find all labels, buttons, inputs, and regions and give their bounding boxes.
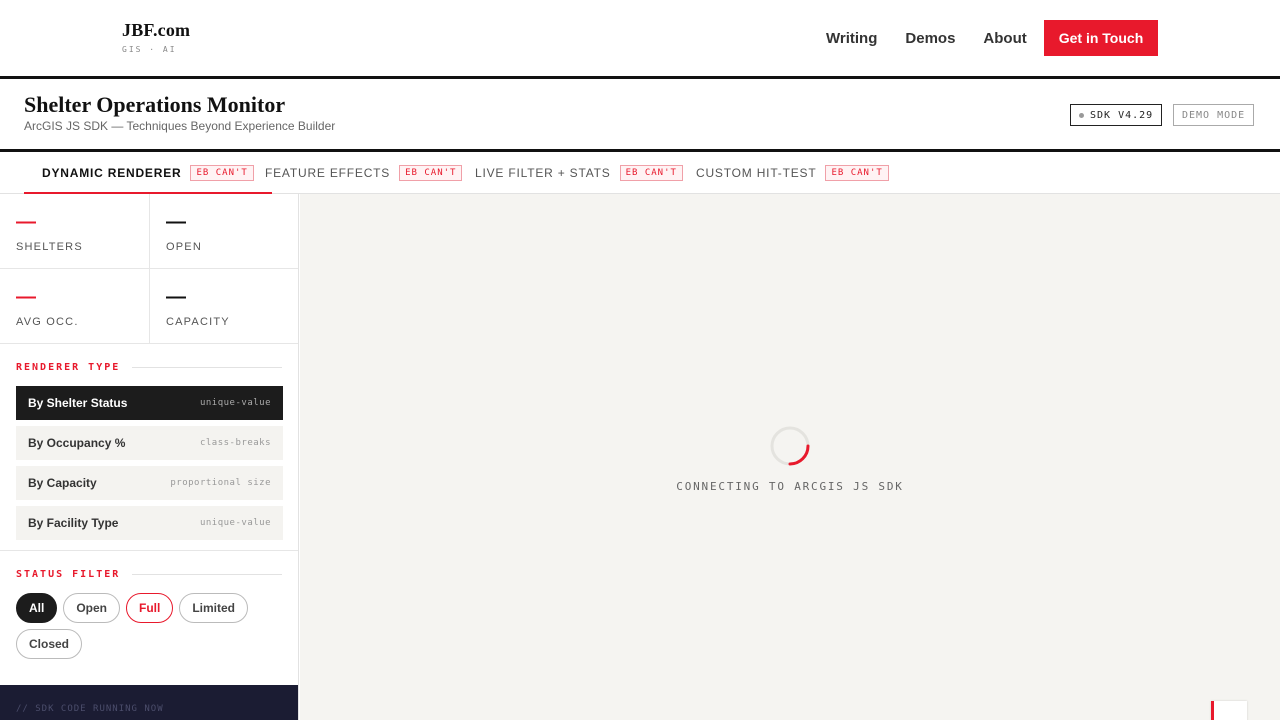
filter-chip-full[interactable]: Full <box>126 593 174 623</box>
nav-link-demos[interactable]: Demos <box>905 30 955 47</box>
tab-label: DYNAMIC RENDERER <box>42 165 182 180</box>
stat-label: CAPACITY <box>166 316 230 328</box>
stats-grid: — SHELTERS — OPEN — AVG OCC. — CAPACITY <box>0 194 298 344</box>
tab-dynamic-renderer[interactable]: DYNAMIC RENDERER EB CAN'T <box>24 152 272 195</box>
stat-label: SHELTERS <box>16 241 83 253</box>
nav-link-writing[interactable]: Writing <box>826 30 877 47</box>
tab-label: FEATURE EFFECTS <box>265 165 391 180</box>
section-title: RENDERER TYPE <box>16 362 121 373</box>
loading-message: CONNECTING TO ARCGIS JS SDK <box>676 480 904 493</box>
renderer-options: By Shelter Status unique-value By Occupa… <box>0 386 298 540</box>
sdk-version-text: SDK V4.29 <box>1090 109 1154 121</box>
renderer-type: class-breaks <box>199 438 271 448</box>
renderer-label: By Shelter Status <box>28 396 128 410</box>
control-sidebar: — SHELTERS — OPEN — AVG OCC. — CAPACITY … <box>0 194 299 720</box>
status-dot-icon <box>1079 112 1084 118</box>
renderer-type: proportional size <box>170 478 271 488</box>
site-header: JBF.com GIS · AI Writing Demos About Get… <box>0 0 1280 76</box>
loading-spinner-icon <box>770 426 810 466</box>
demo-mode-badge: DEMO MODE <box>1173 104 1255 126</box>
stat-capacity: — CAPACITY <box>150 269 298 344</box>
brand-tagline: GIS · AI <box>122 45 177 54</box>
renderer-label: By Facility Type <box>28 516 119 530</box>
stat-value: — <box>16 286 36 308</box>
technique-tabs: DYNAMIC RENDERER EB CAN'T FEATURE EFFECT… <box>0 152 1280 195</box>
tab-live-filter-stats[interactable]: LIVE FILTER + STATS EB CAN'T <box>475 152 683 193</box>
app-header: Shelter Operations Monitor ArcGIS JS SDK… <box>0 79 1280 149</box>
renderer-type-header: RENDERER TYPE <box>0 362 298 373</box>
section-separator <box>0 550 298 551</box>
stat-value: — <box>16 211 36 233</box>
page-subtitle: ArcGIS JS SDK — Techniques Beyond Experi… <box>24 119 336 133</box>
tab-custom-hit-test[interactable]: CUSTOM HIT-TEST EB CAN'T <box>696 152 889 193</box>
renderer-type: unique-value <box>199 518 271 528</box>
stat-shelters: — SHELTERS <box>0 194 150 269</box>
brand-name: JBF.com <box>122 20 191 40</box>
eb-cant-badge: EB CAN'T <box>619 164 683 181</box>
renderer-option-occupancy[interactable]: By Occupancy % class-breaks <box>16 426 283 460</box>
code-comment: // SDK CODE RUNNING NOW <box>16 704 164 714</box>
code-panel: // SDK CODE RUNNING NOW <box>0 685 298 720</box>
stat-value: — <box>166 211 186 233</box>
eb-cant-badge: EB CAN'T <box>825 164 889 181</box>
filter-chip-all[interactable]: All <box>16 593 58 623</box>
renderer-option-facility-type[interactable]: By Facility Type unique-value <box>16 506 283 540</box>
map-corner-widget[interactable] <box>1211 701 1247 720</box>
renderer-label: By Capacity <box>28 476 97 490</box>
status-filter-chips: All Open Full Limited Closed <box>0 593 298 659</box>
section-divider <box>132 367 282 368</box>
tab-label: LIVE FILTER + STATS <box>475 165 611 180</box>
sdk-version-badge: SDK V4.29 <box>1070 104 1163 126</box>
renderer-option-shelter-status[interactable]: By Shelter Status unique-value <box>16 386 283 420</box>
get-in-touch-button[interactable]: Get in Touch <box>1044 20 1158 56</box>
renderer-label: By Occupancy % <box>28 436 126 450</box>
eb-cant-badge: EB CAN'T <box>190 164 254 181</box>
stat-open: — OPEN <box>150 194 298 269</box>
nav-link-about[interactable]: About <box>983 30 1026 47</box>
renderer-option-capacity[interactable]: By Capacity proportional size <box>16 466 283 500</box>
renderer-type: unique-value <box>199 398 271 408</box>
stat-label: OPEN <box>166 241 202 253</box>
main-nav: Writing Demos About <box>826 30 1027 47</box>
brand-logo[interactable]: JBF.com GIS · AI <box>122 20 190 54</box>
filter-chip-open[interactable]: Open <box>63 593 121 623</box>
stat-label: AVG OCC. <box>16 316 79 328</box>
stat-avg-occupancy: — AVG OCC. <box>0 269 150 344</box>
tab-feature-effects[interactable]: FEATURE EFFECTS EB CAN'T <box>265 152 463 193</box>
stat-value: — <box>166 286 186 308</box>
section-divider <box>132 574 282 575</box>
filter-chip-limited[interactable]: Limited <box>179 593 249 623</box>
page-title: Shelter Operations Monitor <box>24 92 286 117</box>
section-title: STATUS FILTER <box>16 569 121 580</box>
map-view[interactable]: CONNECTING TO ARCGIS JS SDK <box>300 194 1280 720</box>
eb-cant-badge: EB CAN'T <box>399 164 463 181</box>
status-filter-header: STATUS FILTER <box>0 569 298 580</box>
filter-chip-closed[interactable]: Closed <box>16 629 83 659</box>
tab-label: CUSTOM HIT-TEST <box>696 165 817 180</box>
